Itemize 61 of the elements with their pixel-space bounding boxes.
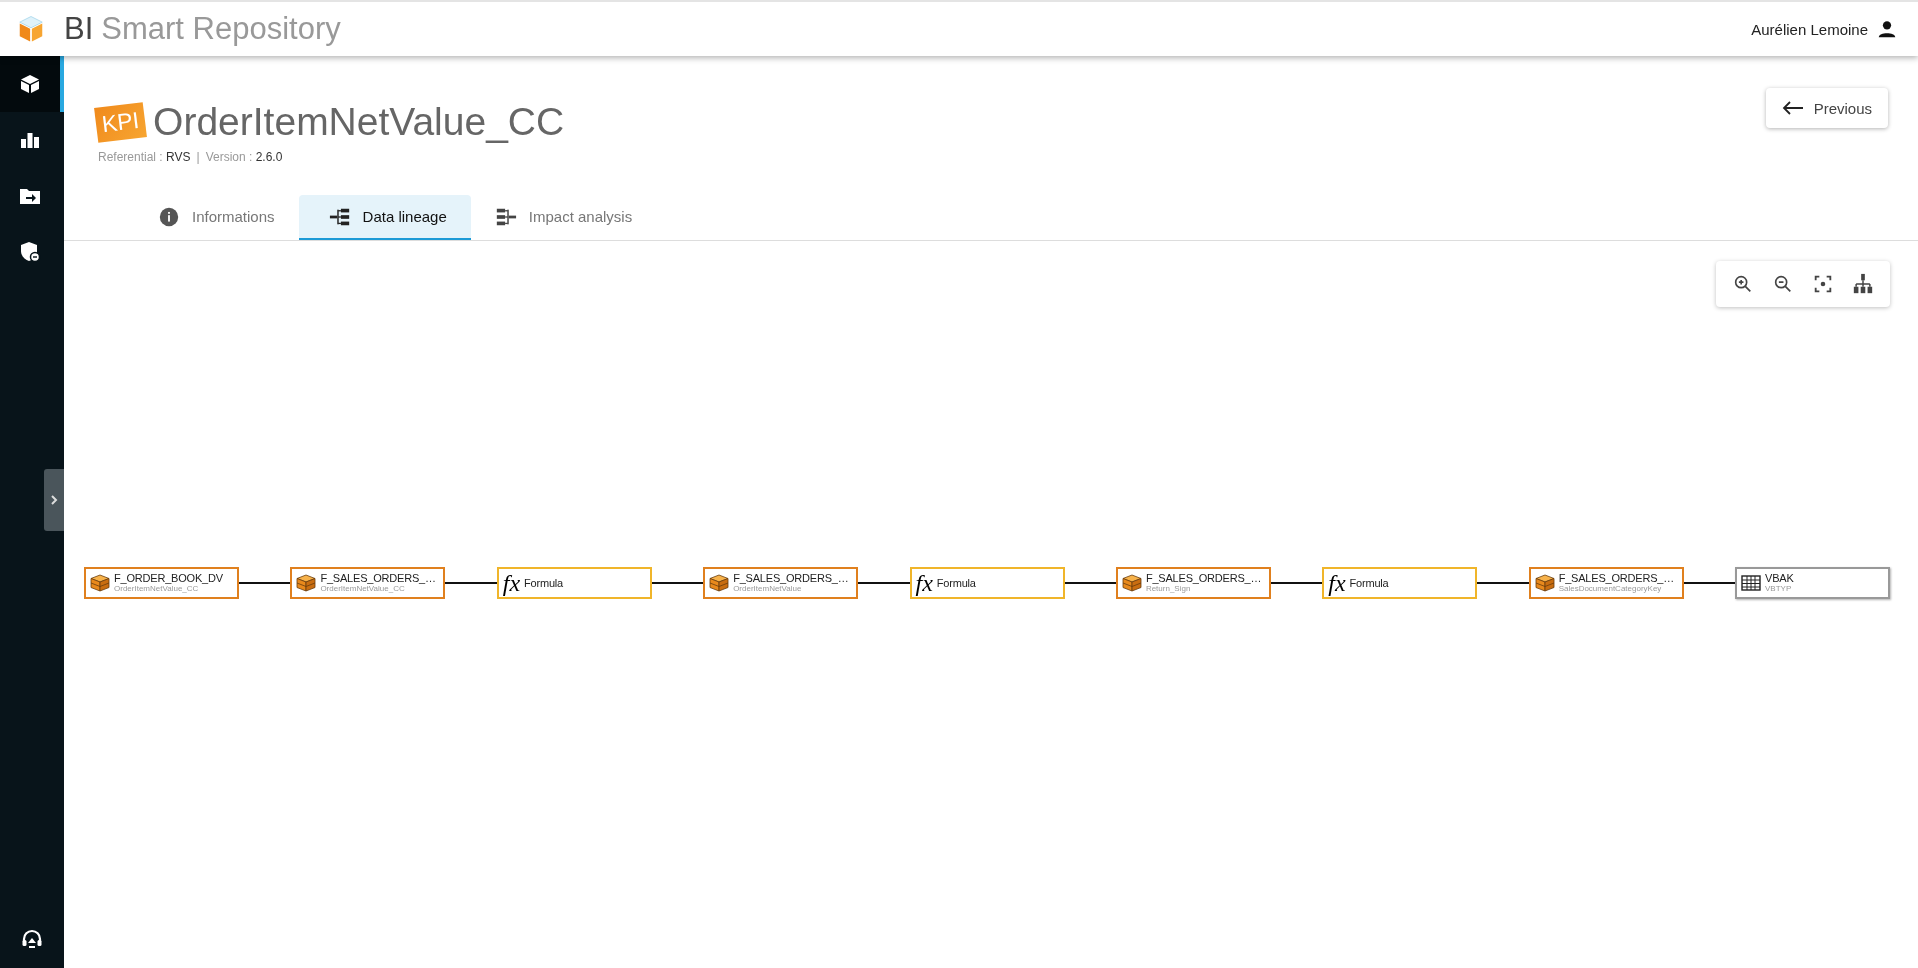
node-name: Formula [936,576,976,590]
table-grid-icon [1741,574,1761,592]
node-name: Formula [524,576,564,590]
lineage-node[interactable]: F_SALES_ORDERS_… Return_Sign [1115,567,1271,599]
lineage-node[interactable]: F_SALES_ORDERS_… SalesDocumentCategoryKey [1528,567,1684,599]
connector-line [1270,582,1323,584]
node-name: F_SALES_ORDERS_… [1145,572,1262,586]
meta-text: Referential : RVS [98,150,191,164]
formula-symbol: fx [502,571,521,595]
node-detail: OrderItemNetValue_CC [320,585,406,594]
crate-icon [1121,574,1142,592]
user-name: Aurélien Lemoine [1751,20,1868,38]
sidebar-item[interactable] [0,56,64,112]
node-detail: VBTYP [1765,585,1793,594]
node-name: F_SALES_ORDERS_… [733,572,849,586]
connector-line [1064,582,1116,584]
tab[interactable]: Impact analysis [470,195,657,240]
tab[interactable]: Informations [134,195,299,240]
lineage-node[interactable]: F_ORDER_BOOK_DV OrderItemNetValue_CC [84,567,239,599]
lineage-node[interactable]: F_SALES_ORDERS_… OrderItemNetValue [703,567,859,599]
node-detail: OrderItemNetValue_CC [114,585,200,594]
connector-line [239,582,291,584]
back-arrow-icon [1781,101,1804,115]
previous-button[interactable]: Previous [1765,88,1888,128]
connector-line [1683,582,1735,584]
connector-line [651,582,704,584]
user-icon[interactable] [1876,18,1898,40]
crate-icon [709,574,730,592]
crate-icon [296,574,317,592]
node-name: F_ORDER_BOOK_DV [114,572,223,586]
node-name: VBAK [1765,572,1794,586]
lineage-node[interactable]: F_SALES_ORDERS_… OrderItemNetValue_CC [290,567,446,599]
hierarchy-icon [1852,273,1874,295]
cube-logo-icon [16,14,46,44]
connector-line [445,582,497,584]
meta-text: Version : 2.6.0 [205,150,283,164]
connector-line [1477,582,1529,584]
zoom-out-icon [1772,273,1794,295]
shield-icon [18,240,42,264]
connector-line [858,582,910,584]
node-name: Formula [1349,576,1389,590]
kpi-badge: KPI [94,101,148,143]
chevron-icon [48,494,60,506]
tab[interactable]: Data lineage [298,195,471,240]
lineage-node[interactable]: VBAK VBTYP [1735,567,1890,599]
crate-icon [90,574,110,592]
node-detail: OrderItemNetValue [733,585,803,594]
formula-symbol: fx [1328,571,1346,595]
separator: | [196,150,200,164]
formula-symbol: fx [915,571,933,595]
focus-icon [1812,273,1834,295]
node-name: F_SALES_ORDERS_… [320,572,436,586]
node-detail: Return_Sign [1145,585,1192,594]
node-detail: SalesDocumentCategoryKey [1558,585,1663,594]
info-icon [158,205,180,228]
zoom-in-icon [1732,273,1754,295]
page-title: OrderItemNetValue_CC [153,100,565,144]
crate-icon [1534,574,1555,592]
cube-icon [18,72,42,96]
app-title: BI Smart Repository [64,11,341,47]
node-name: F_SALES_ORDERS_… [1558,572,1675,586]
